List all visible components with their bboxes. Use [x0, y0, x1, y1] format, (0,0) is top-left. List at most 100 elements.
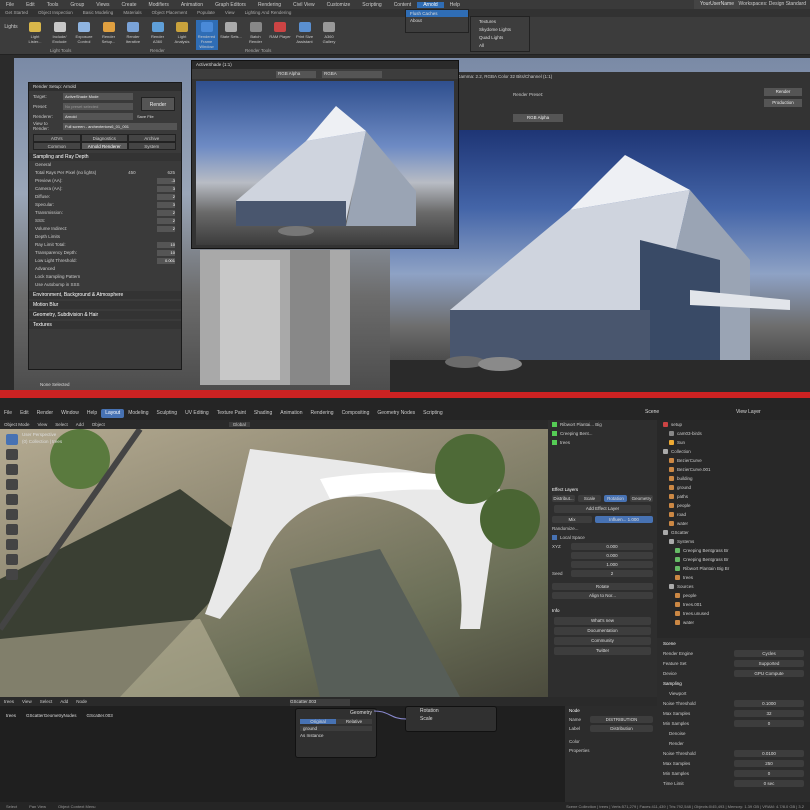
effect-tab-0[interactable]: Distribut... [552, 495, 575, 502]
z-field[interactable]: 1.000 [571, 561, 653, 568]
ribbon-tab-0[interactable]: Get Started [0, 9, 33, 17]
outliner-row-2[interactable]: Sun [657, 438, 810, 447]
workspace-tab-compositing[interactable]: Compositing [338, 410, 374, 416]
workspace-tab-animation[interactable]: Animation [276, 410, 306, 416]
crumb-2[interactable]: GScatterGeometryNodes [26, 713, 77, 718]
tool-icon-3[interactable] [6, 479, 18, 490]
menu-content[interactable]: Content [388, 2, 418, 8]
menu-tools[interactable]: Tools [41, 2, 65, 8]
tool-icon-8[interactable] [6, 554, 18, 565]
rs-tab-1[interactable]: Diagnostics [80, 134, 129, 142]
device-select[interactable]: GPU Compute [734, 669, 804, 677]
render-setup-render-button[interactable]: Render [141, 97, 175, 111]
engine-select[interactable]: Cycles [734, 649, 804, 657]
rs-adv-14[interactable]: Advanced [29, 265, 181, 273]
rotation-scale-node[interactable]: Rotation Scale [405, 706, 497, 732]
rs-depth-val-12[interactable]: 10 [157, 250, 175, 256]
orientation-select[interactable]: Global [228, 422, 250, 427]
outliner-row-7[interactable]: ground [657, 483, 810, 492]
rs-sec-17[interactable]: Environment, Background & Atmosphere [29, 291, 181, 299]
workspace-tab-layout[interactable]: Layout [101, 408, 125, 418]
menu-customize[interactable]: Customize [321, 2, 357, 8]
blender-viewport[interactable] [0, 427, 548, 697]
as-mode-select[interactable]: RGBA [322, 70, 382, 78]
bl-menu-window[interactable]: Window [57, 410, 83, 416]
outliner-row-14[interactable]: Creeping Bentgrass Br [657, 546, 810, 555]
outliner-row-17[interactable]: trees [657, 573, 810, 582]
outliner-row-8[interactable]: paths [657, 492, 810, 501]
effect-tab-3[interactable]: Geometry [630, 495, 653, 502]
workspace-tab-sculpting[interactable]: Sculpting [153, 410, 182, 416]
max-samples-viewport[interactable]: 32 [734, 709, 804, 717]
menu-scripting[interactable]: Scripting [356, 2, 387, 8]
menu-rendering[interactable]: Rendering [252, 2, 287, 8]
geometry-node[interactable]: Geometry Original Relative ground As Ins… [295, 708, 377, 758]
rs-sample-val-8[interactable]: 2 [157, 218, 175, 224]
rs-adv-15[interactable]: Lock Sampling Pattern [29, 273, 181, 281]
rs-adv-16[interactable]: Use Autobump in SSS [29, 281, 181, 289]
outliner-row-22[interactable]: water [657, 618, 810, 627]
influence-field[interactable]: Influen... 1.000 [595, 516, 653, 523]
outliner-row-19[interactable]: people [657, 591, 810, 600]
tool-icon-0[interactable] [6, 434, 18, 445]
menu-about[interactable]: About [406, 17, 468, 24]
mix-select[interactable]: Mix [552, 516, 592, 523]
view-select[interactable]: Full screen - archexteriors6_01_001 [63, 122, 177, 130]
vp-header-1[interactable]: View [34, 422, 52, 427]
effect-tab-2[interactable]: Rotation [604, 495, 627, 502]
denoise-section[interactable]: Denoise [657, 728, 810, 738]
user-account-button[interactable]: YourUserName [694, 0, 740, 9]
add-effect-layer-button[interactable]: Add Effect Layer [554, 505, 651, 513]
menu-group[interactable]: Group [64, 2, 90, 8]
menu-arnold[interactable]: Arnold [417, 1, 444, 8]
outliner-row-9[interactable]: people [657, 501, 810, 510]
align-layer[interactable]: Align to Nor... [552, 592, 653, 599]
target-select[interactable]: ActiveShade Mode [63, 92, 133, 100]
rs-sample-val-3[interactable]: -3 [157, 178, 175, 184]
submenu-all[interactable]: All [471, 41, 529, 49]
view-layer-selector[interactable]: View Layer [736, 409, 761, 415]
bl-menu-file[interactable]: File [0, 410, 16, 416]
menu-edit[interactable]: Edit [20, 2, 41, 8]
menu-flush-caches[interactable]: Flush Caches [406, 10, 468, 17]
rs-sec-19[interactable]: Geometry, Subdivision & Hair [29, 311, 181, 319]
ribbon-button-5[interactable]: Render A360 [147, 20, 169, 50]
relative-toggle[interactable]: Relative [336, 719, 372, 724]
original-toggle[interactable]: Original [300, 719, 336, 724]
outliner-row-16[interactable]: Ribwort Plantain Big Br [657, 564, 810, 573]
outliner-row-10[interactable]: road [657, 510, 810, 519]
rs-sec-0[interactable]: Sampling and Ray Depth [29, 153, 181, 161]
outliner-row-1[interactable]: cam03-birds [657, 429, 810, 438]
randomize-label[interactable]: Randomize... [552, 526, 579, 531]
node-header-4[interactable]: Node [72, 699, 91, 704]
outliner-row-11[interactable]: water [657, 519, 810, 528]
rotation-socket[interactable]: Rotation [406, 707, 496, 715]
noise-viewport-field[interactable]: 0.1000 [734, 699, 804, 707]
rs-depth-val-11[interactable]: 10 [157, 242, 175, 248]
feature-select[interactable]: Supported [734, 659, 804, 667]
bl-menu-render[interactable]: Render [33, 410, 57, 416]
ribbon-button-7[interactable]: Rendered Frame Window [195, 20, 218, 50]
node-label-field[interactable]: Distribution [590, 725, 653, 732]
effect-tab-1[interactable]: Scale [578, 495, 601, 502]
noise-render-field[interactable]: 0.0100 [734, 749, 804, 757]
ribbon-button-4[interactable]: Render Iterative [122, 20, 144, 50]
workspace-tab-rendering[interactable]: Rendering [306, 410, 337, 416]
menu-file[interactable]: File [0, 2, 20, 8]
menu-views[interactable]: Views [90, 2, 115, 8]
workspace-tab-geometry-nodes[interactable]: Geometry Nodes [373, 410, 419, 416]
documentation-button[interactable]: Documentation [554, 627, 651, 635]
as-instance-checkbox[interactable]: As Instance [300, 733, 372, 738]
vp-header-0[interactable]: Object Mode [0, 422, 34, 427]
preset-select[interactable]: No preset selected [63, 102, 133, 110]
rs-tab-0[interactable]: AOVs [33, 134, 81, 142]
ribbon-button-9[interactable]: Batch Render [245, 20, 267, 50]
min-samples-render[interactable]: 0 [734, 769, 804, 777]
vp-header-2[interactable]: Select [51, 422, 72, 427]
menu-help[interactable]: Help [444, 2, 466, 8]
fb-render-button[interactable]: Render [764, 88, 802, 96]
rs-sec-20[interactable]: Textures [29, 321, 181, 329]
seed-field[interactable]: 2 [571, 570, 653, 577]
workspace-tab-scripting[interactable]: Scripting [419, 410, 446, 416]
tool-icon-7[interactable] [6, 539, 18, 550]
